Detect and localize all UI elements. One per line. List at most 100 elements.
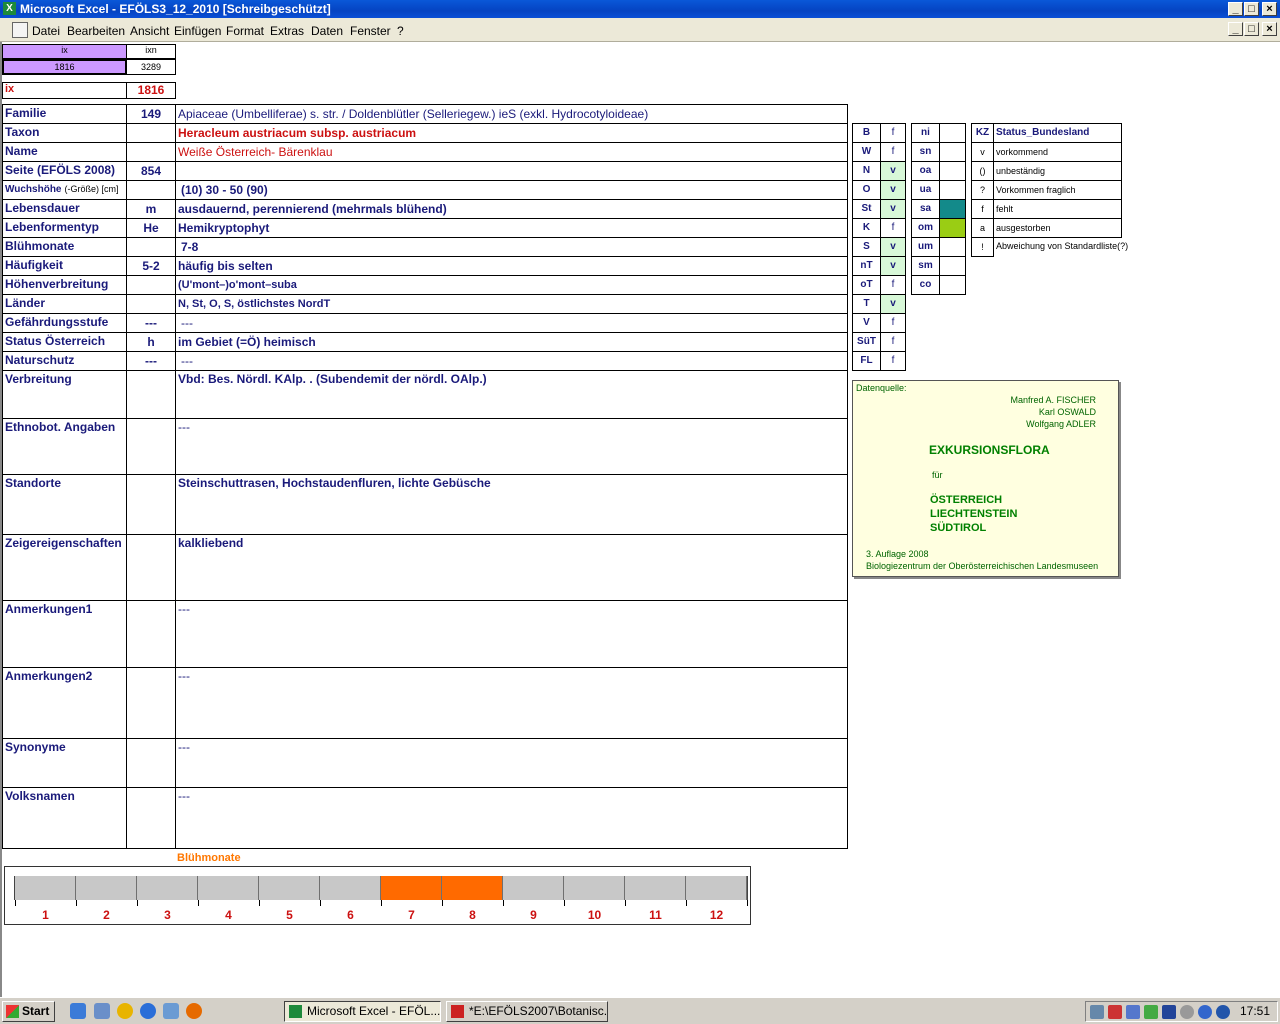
altitude-value-3[interactable] [939, 180, 966, 200]
altitude-code-6[interactable]: um [911, 237, 940, 257]
state-code-10[interactable]: V [852, 313, 881, 333]
task-other-window[interactable]: *E:\EFÖLS2007\Botanisc... [446, 1001, 608, 1022]
row-label-6[interactable]: Lebenformentyp [2, 218, 127, 238]
menu-datei[interactable]: Datei [32, 24, 60, 38]
row-text-21[interactable]: --- [175, 787, 848, 849]
altitude-value-2[interactable] [939, 161, 966, 181]
doc-minimize-button[interactable]: _ [1228, 22, 1243, 36]
altitude-code-8[interactable]: co [911, 275, 940, 295]
state-status-8[interactable]: f [880, 275, 906, 295]
row-text-9[interactable]: (U'mont–)o'mont–suba [175, 275, 848, 295]
state-status-3[interactable]: v [880, 180, 906, 200]
row-label-1[interactable]: Taxon [2, 123, 127, 143]
menu-einfuegen[interactable]: Einfügen [174, 24, 221, 38]
row-label-13[interactable]: Naturschutz [2, 351, 127, 371]
sync-icon[interactable] [1144, 1005, 1158, 1019]
state-code-1[interactable]: W [852, 142, 881, 162]
row-code-14[interactable] [126, 370, 176, 419]
row-label-7[interactable]: Blühmonate [2, 237, 127, 257]
altitude-code-7[interactable]: sm [911, 256, 940, 276]
row-code-9[interactable] [126, 275, 176, 295]
row-label-12[interactable]: Status Österreich [2, 332, 127, 352]
state-code-12[interactable]: FL [852, 351, 881, 371]
firefox-icon[interactable] [186, 1003, 202, 1019]
altitude-value-0[interactable] [939, 123, 966, 143]
outlook-icon[interactable] [163, 1003, 179, 1019]
row-text-10[interactable]: N, St, O, S, östlichstes NordT [175, 294, 848, 314]
menu-format[interactable]: Format [226, 24, 264, 38]
state-status-7[interactable]: v [880, 256, 906, 276]
altitude-value-8[interactable] [939, 275, 966, 295]
volume-muted-icon[interactable] [1108, 1005, 1122, 1019]
media-player-icon[interactable] [117, 1003, 133, 1019]
row-code-20[interactable] [126, 738, 176, 788]
update-icon[interactable] [1216, 1005, 1230, 1019]
state-code-6[interactable]: S [852, 237, 881, 257]
row-label-15[interactable]: Ethnobot. Angaben [2, 418, 127, 475]
altitude-value-7[interactable] [939, 256, 966, 276]
altitude-code-4[interactable]: sa [911, 199, 940, 219]
row-code-18[interactable] [126, 600, 176, 668]
row-text-19[interactable]: --- [175, 667, 848, 739]
internet-explorer-icon[interactable] [140, 1003, 156, 1019]
menu-daten[interactable]: Daten [311, 24, 343, 38]
show-desktop-icon[interactable] [70, 1003, 86, 1019]
state-code-3[interactable]: O [852, 180, 881, 200]
row-code-21[interactable] [126, 787, 176, 849]
row-text-7[interactable]: 7-8 [175, 237, 848, 257]
row-code-7[interactable] [126, 237, 176, 257]
close-button[interactable]: × [1262, 2, 1277, 16]
row-label-3[interactable]: Seite (EFÖLS 2008) [2, 161, 127, 181]
row-code-19[interactable] [126, 667, 176, 739]
row-text-2[interactable]: Weiße Österreich- Bärenklau [175, 142, 848, 162]
ix-number-cell[interactable]: 1816 [126, 82, 176, 99]
minimize-button[interactable]: _ [1228, 2, 1243, 16]
altitude-code-5[interactable]: om [911, 218, 940, 238]
row-code-16[interactable] [126, 474, 176, 535]
shield-icon[interactable] [1162, 1005, 1176, 1019]
row-text-12[interactable]: im Gebiet (=Ö) heimisch [175, 332, 848, 352]
row-label-9[interactable]: Höhenverbreitung [2, 275, 127, 295]
state-code-9[interactable]: T [852, 294, 881, 314]
altitude-code-2[interactable]: oa [911, 161, 940, 181]
ix-header-cell[interactable]: ix [2, 44, 127, 59]
altitude-code-1[interactable]: sn [911, 142, 940, 162]
row-code-15[interactable] [126, 418, 176, 475]
row-label-19[interactable]: Anmerkungen2 [2, 667, 127, 739]
row-text-13[interactable]: --- [175, 351, 848, 371]
row-label-11[interactable]: Gefährdungsstufe [2, 313, 127, 333]
row-label-18[interactable]: Anmerkungen1 [2, 600, 127, 668]
row-label-8[interactable]: Häufigkeit [2, 256, 127, 276]
menu-ansicht[interactable]: Ansicht [130, 24, 169, 38]
state-code-4[interactable]: St [852, 199, 881, 219]
network-icon[interactable] [1090, 1005, 1104, 1019]
altitude-value-5[interactable] [939, 218, 966, 238]
menu-bearbeiten[interactable]: Bearbeiten [67, 24, 125, 38]
menu-fenster[interactable]: Fenster [350, 24, 391, 38]
row-label-16[interactable]: Standorte [2, 474, 127, 535]
state-code-7[interactable]: nT [852, 256, 881, 276]
workbook-icon[interactable] [12, 22, 28, 38]
row-code-11[interactable]: --- [126, 313, 176, 333]
row-text-15[interactable]: --- [175, 418, 848, 475]
row-text-20[interactable]: --- [175, 738, 848, 788]
altitude-code-0[interactable]: ni [911, 123, 940, 143]
state-status-4[interactable]: v [880, 199, 906, 219]
state-code-8[interactable]: oT [852, 275, 881, 295]
row-label-17[interactable]: Zeigereigenschaften [2, 534, 127, 601]
state-status-12[interactable]: f [880, 351, 906, 371]
row-code-0[interactable]: 149 [126, 104, 176, 124]
row-text-4[interactable]: (10) 30 - 50 (90) [175, 180, 848, 200]
row-text-18[interactable]: --- [175, 600, 848, 668]
state-code-5[interactable]: K [852, 218, 881, 238]
row-label-2[interactable]: Name [2, 142, 127, 162]
state-code-0[interactable]: B [852, 123, 881, 143]
altitude-value-4[interactable] [939, 199, 966, 219]
row-code-4[interactable] [126, 180, 176, 200]
doc-restore-button[interactable]: □ [1244, 22, 1259, 36]
state-code-2[interactable]: N [852, 161, 881, 181]
explorer-icon[interactable] [94, 1003, 110, 1019]
row-text-16[interactable]: Steinschuttrasen, Hochstaudenfluren, lic… [175, 474, 848, 535]
row-code-3[interactable]: 854 [126, 161, 176, 181]
start-button[interactable]: Start [2, 1001, 55, 1022]
